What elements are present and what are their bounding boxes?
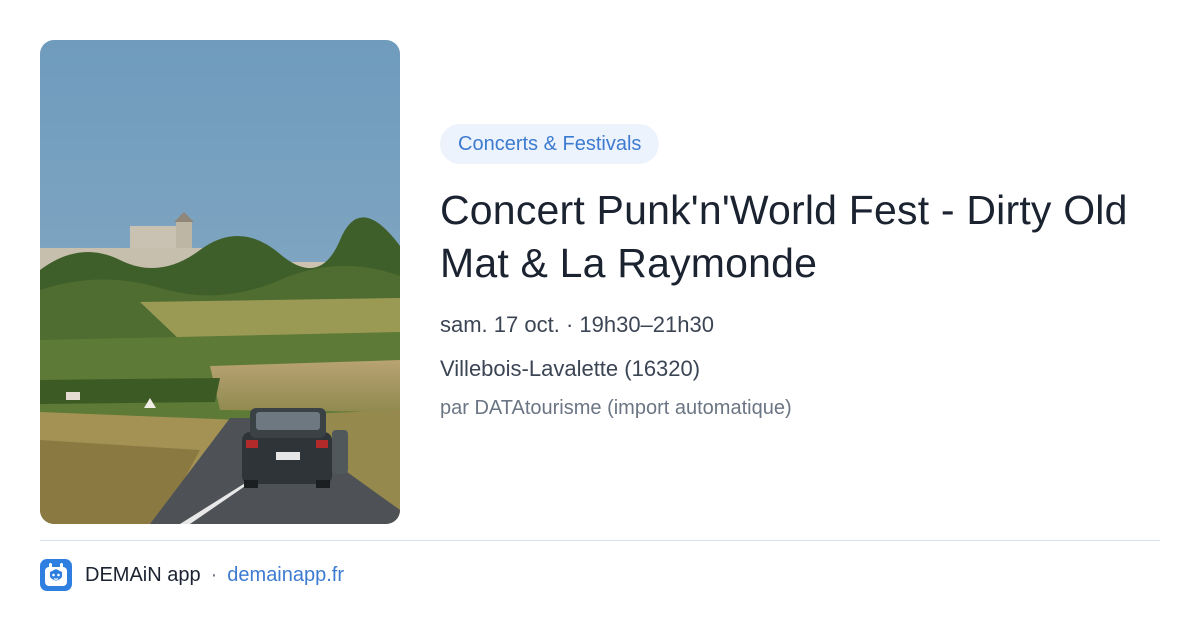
footer-separator: · (210, 563, 218, 586)
event-title[interactable]: Concert Punk'n'World Fest - Dirty Old Ma… (440, 184, 1150, 290)
app-name: DEMAiN app (85, 563, 201, 586)
event-source: par DATAtourisme (import automatique) (440, 397, 792, 419)
app-logo-icon[interactable] (40, 559, 72, 591)
footer: DEMAiN app · demainapp.fr (40, 558, 344, 592)
landscape-photo-image (40, 40, 400, 524)
event-photo[interactable] (40, 40, 400, 524)
category-badge[interactable]: Concerts & Festivals (440, 124, 660, 164)
event-details: Concerts & Festivals Concert Punk'n'Worl… (440, 124, 1150, 420)
event-card: Concerts & Festivals Concert Punk'n'Worl… (0, 0, 1200, 630)
domain-link[interactable]: demainapp.fr (227, 564, 344, 587)
event-date: sam. 17 oct. · 19h30–21h30 (440, 312, 714, 337)
footer-divider (40, 540, 1160, 541)
event-location: Villebois-Lavalette (16320) (440, 356, 701, 381)
